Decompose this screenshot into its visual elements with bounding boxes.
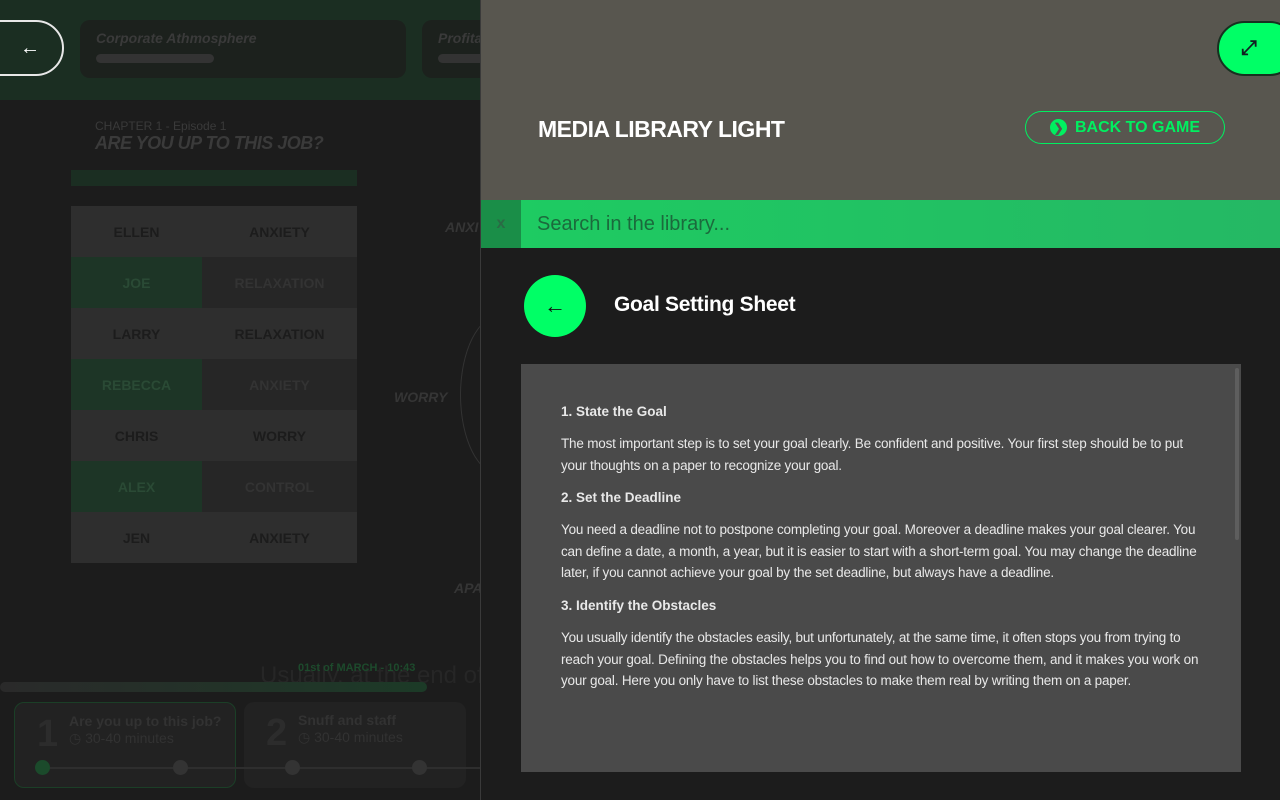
game-background: ← Corporate Athmosphere Profita CHAPTER … xyxy=(0,0,480,800)
table-row[interactable]: CHRIS WORRY xyxy=(71,410,357,461)
chapter-label: CHAPTER 1 - Episode 1 xyxy=(95,119,227,133)
person-name: LARRY xyxy=(71,308,202,359)
clock-icon: ◷ xyxy=(298,729,315,745)
episode-title: ARE YOU UP TO THIS JOB? xyxy=(95,133,324,153)
person-state: ANXIETY xyxy=(202,206,357,257)
search-bar: x xyxy=(481,200,1280,248)
episode-number: 1 xyxy=(37,713,59,755)
person-state: ANXIETY xyxy=(202,359,357,410)
person-name: REBECCA xyxy=(71,359,202,410)
person-name: ELLEN xyxy=(71,206,202,257)
doc-back-button[interactable]: ← xyxy=(524,275,586,337)
person-state: RELAXATION xyxy=(202,308,357,359)
step-dot[interactable] xyxy=(173,760,188,775)
search-clear-button[interactable]: x xyxy=(481,200,521,248)
step-dot[interactable] xyxy=(412,760,427,775)
section-heading: 1. State the Goal xyxy=(561,404,667,419)
expand-button[interactable]: ⤢ xyxy=(1217,21,1280,76)
table-row[interactable]: REBECCA ANXIETY xyxy=(71,359,357,410)
back-to-game-button[interactable]: ❯ BACK TO GAME xyxy=(1025,111,1225,144)
emotion-label-bottom: APA xyxy=(454,580,480,596)
section-heading: 2. Set the Deadline xyxy=(561,490,682,506)
person-state: CONTROL xyxy=(202,461,357,512)
section-body: You need a deadline not to postpone comp… xyxy=(561,522,1197,581)
step-dot-current[interactable] xyxy=(35,760,50,775)
document-title: Goal Setting Sheet xyxy=(614,293,796,316)
episode-duration: 30-40 minutes xyxy=(314,729,403,745)
section-body: You usually identify the obstacles easil… xyxy=(561,629,1199,689)
person-state: ANXIETY xyxy=(202,512,357,563)
table-row[interactable]: JOE RELAXATION xyxy=(71,257,357,308)
section-body: The most important step is to set your g… xyxy=(561,436,1183,473)
back-to-game-label: BACK TO GAME xyxy=(1074,118,1201,136)
table-row[interactable]: ALEX CONTROL xyxy=(71,461,357,512)
arrow-left-icon: ← xyxy=(20,36,40,59)
table-row[interactable]: ELLEN ANXIETY xyxy=(71,206,357,257)
step-dot[interactable] xyxy=(285,760,300,775)
episode-card-2[interactable]: 2 Snuff and staff ◷ 30-40 minutes xyxy=(244,702,466,788)
stat-label: Corporate Athmosphere xyxy=(96,30,257,46)
stat-profitability: Profita xyxy=(422,20,480,78)
expand-icon: ⤢ xyxy=(1241,37,1257,59)
panel-title: MEDIA LIBRARY LIGHT xyxy=(538,116,785,142)
title-bar xyxy=(71,170,357,186)
table-row[interactable]: JEN ANXIETY xyxy=(71,512,357,563)
person-name: ALEX xyxy=(71,461,202,512)
game-back-button[interactable]: ← xyxy=(0,20,64,76)
emotion-wheel xyxy=(460,315,480,475)
stat-corporate-athmosphere: Corporate Athmosphere xyxy=(80,20,406,78)
person-name: JEN xyxy=(71,512,202,563)
person-name: CHRIS xyxy=(71,410,202,461)
stat-bar xyxy=(438,54,480,63)
episode-card-1[interactable]: 1 Are you up to this job? ◷ 30-40 minute… xyxy=(14,702,236,788)
section-heading: 3. Identify the Obstacles xyxy=(561,597,717,613)
scrollbar[interactable] xyxy=(1235,368,1239,540)
top-bar: ← Corporate Athmosphere Profita xyxy=(0,0,480,100)
document-content: 1. State the Goal The most important ste… xyxy=(521,364,1241,772)
panel-header: MEDIA LIBRARY LIGHT ❯ BACK TO GAME ⤢ xyxy=(481,0,1280,200)
episode-number: 2 xyxy=(266,712,288,754)
person-state: RELAXATION xyxy=(202,257,357,308)
stat-label: Profita xyxy=(438,30,480,46)
game-date: 01st of MARCH - 10:43 xyxy=(298,662,416,674)
table-row[interactable]: LARRY RELAXATION xyxy=(71,308,357,359)
emotion-label-left: WORRY xyxy=(394,389,448,405)
arrow-left-icon: ← xyxy=(544,293,566,318)
search-input[interactable] xyxy=(521,200,1280,248)
timeline-progress xyxy=(0,682,427,692)
clock-icon: ◷ xyxy=(69,730,86,746)
episode-name: Snuff and staff xyxy=(298,712,396,728)
emotion-label-top: ANXI xyxy=(445,219,479,235)
person-name: JOE xyxy=(71,257,202,308)
people-table: ELLEN ANXIETY JOE RELAXATION LARRY RELAXATI… xyxy=(71,206,357,563)
episode-duration: 30-40 minutes xyxy=(85,730,174,746)
media-library-panel: MEDIA LIBRARY LIGHT ❯BACK TO GAME ⤢ x ← … xyxy=(480,0,1280,800)
person-state: WORRY xyxy=(202,410,357,461)
stat-bar xyxy=(96,54,214,63)
chevron-right-icon: ❯ xyxy=(1049,119,1067,136)
episode-name: Are you up to this job? xyxy=(69,713,222,729)
